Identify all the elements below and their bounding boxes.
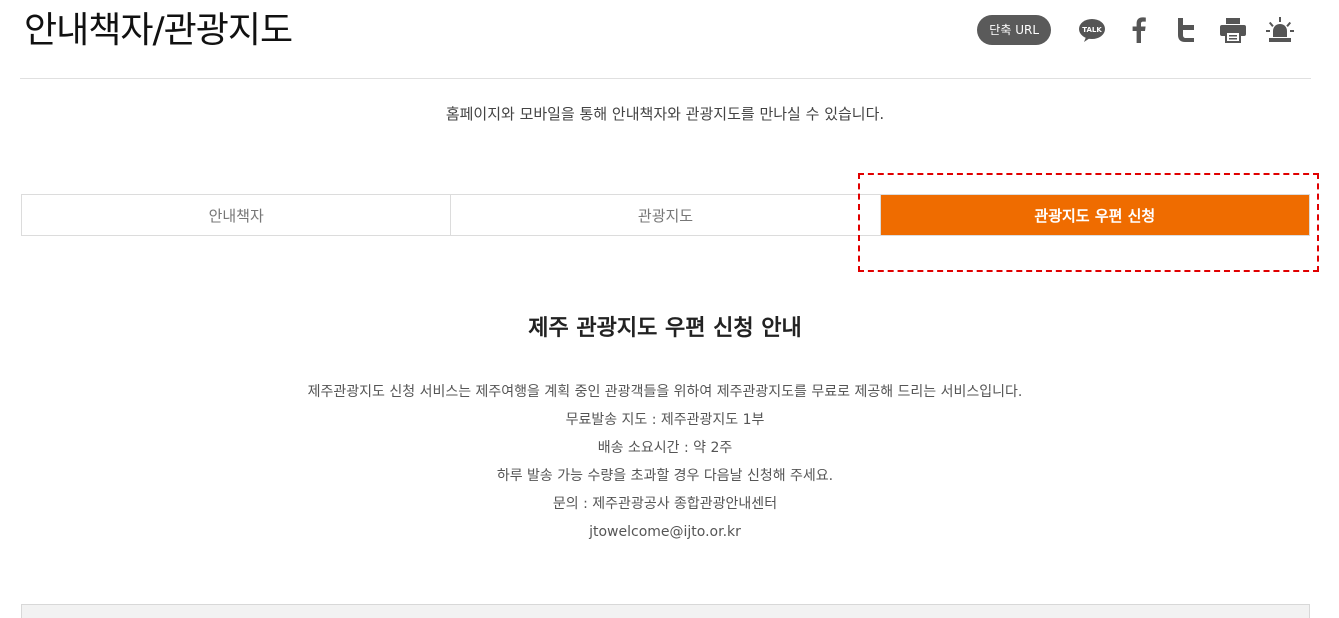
- twitter-icon[interactable]: [1171, 15, 1201, 45]
- form-box: [21, 604, 1310, 618]
- tab-map-mail-request[interactable]: 관광지도 우편 신청: [879, 195, 1309, 235]
- short-url-button[interactable]: 단축 URL: [977, 15, 1051, 45]
- tab-tourist-map[interactable]: 관광지도: [450, 195, 879, 235]
- tab-bar: 안내책자 관광지도 관광지도 우편 신청: [21, 194, 1310, 236]
- header-divider: [20, 78, 1311, 79]
- info-line-contact: 문의 : 제주관광공사 종합관광안내센터: [552, 496, 778, 512]
- info-line-daily-limit: 하루 발송 가능 수량을 초과할 경우 다음날 신청해 주세요.: [496, 468, 834, 484]
- info-line-delivery-time: 배송 소요시간 : 약 2주: [597, 440, 733, 456]
- print-icon[interactable]: [1218, 15, 1248, 45]
- page: 안내책자/관광지도 단축 URL TALK 홈페이지와 모바일을 통해 안내책자…: [0, 0, 1339, 618]
- intro-text: 홈페이지와 모바일을 통해 안내책자와 관광지도를 만나실 수 있습니다.: [445, 105, 885, 123]
- svg-text:TALK: TALK: [1082, 26, 1102, 34]
- alarm-icon[interactable]: [1265, 15, 1295, 45]
- section-title: 제주 관광지도 우편 신청 안내: [528, 316, 802, 341]
- kakaotalk-icon[interactable]: TALK: [1077, 15, 1107, 45]
- info-line-email[interactable]: jtowelcome@ijto.or.kr: [0, 518, 1330, 546]
- info-line-free-map: 무료발송 지도 : 제주관광지도 1부: [565, 412, 765, 428]
- info-lines: 제주관광지도 신청 서비스는 제주여행을 계획 중인 관광객들을 위하여 제주관…: [0, 378, 1330, 546]
- header-tools: 단축 URL TALK: [977, 14, 1295, 46]
- facebook-icon[interactable]: [1124, 15, 1154, 45]
- info-line-description: 제주관광지도 신청 서비스는 제주여행을 계획 중인 관광객들을 위하여 제주관…: [307, 384, 1023, 400]
- page-title: 안내책자/관광지도: [24, 10, 293, 51]
- tab-guidebook[interactable]: 안내책자: [22, 195, 450, 235]
